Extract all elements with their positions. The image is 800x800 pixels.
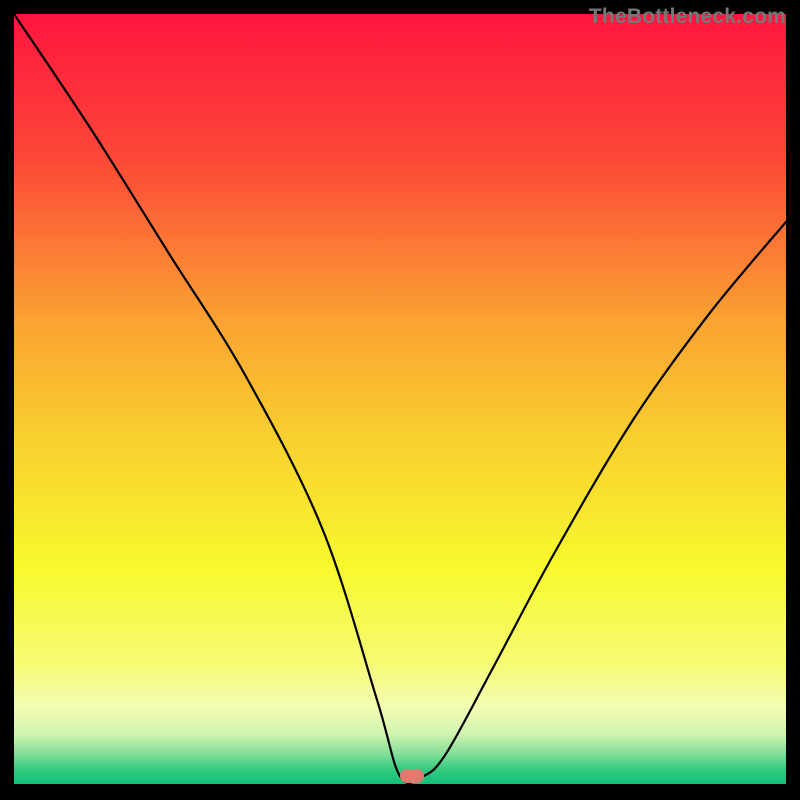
bottleneck-curve bbox=[14, 14, 786, 784]
optimal-marker bbox=[400, 769, 424, 783]
plot-area bbox=[14, 14, 786, 784]
watermark-text: TheBottleneck.com bbox=[589, 5, 786, 29]
chart-container: TheBottleneck.com bbox=[0, 0, 800, 800]
